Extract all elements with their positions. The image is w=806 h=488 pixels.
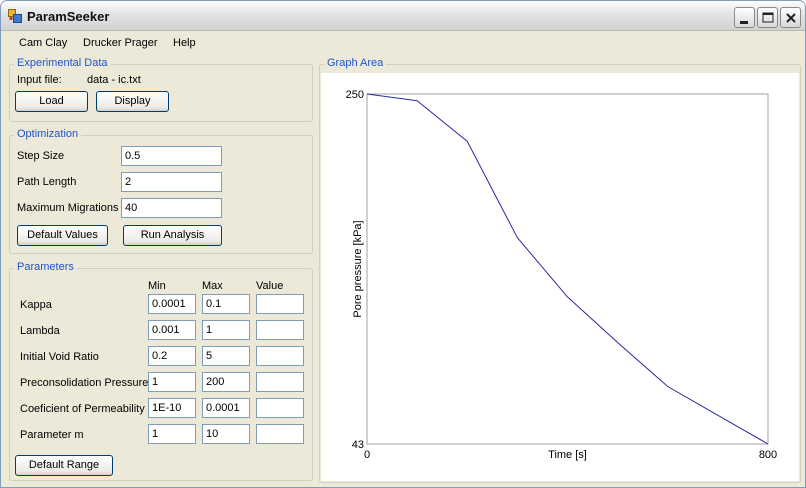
display-button[interactable]: Display <box>96 91 169 112</box>
initial-void-ratio-value-input[interactable] <box>256 346 304 366</box>
series-layer <box>366 93 769 445</box>
parameter-m-label: Parameter m <box>20 429 84 441</box>
default-values-button[interactable]: Default Values <box>17 225 108 246</box>
max-migrations-input[interactable]: 40 <box>121 198 222 218</box>
app-icon <box>8 9 22 23</box>
lambda-value-input[interactable] <box>256 320 304 340</box>
maximize-icon <box>762 12 774 23</box>
maximize-button[interactable] <box>757 7 778 28</box>
minimize-button[interactable] <box>734 7 755 28</box>
pore-pressure-chart: 250 43 0 800 Time [s] Pore pressure [kPa… <box>346 89 778 461</box>
lambda-max-input[interactable]: 1 <box>202 320 250 340</box>
minimize-icon <box>740 21 748 24</box>
input-file-label: Input file: <box>17 74 62 86</box>
optimization-title: Optimization <box>14 128 82 140</box>
permeability-max-input[interactable]: 0.0001 <box>202 398 250 418</box>
run-analysis-button[interactable]: Run Analysis <box>123 225 222 246</box>
lambda-min-input[interactable]: 0.001 <box>148 320 196 340</box>
menu-drucker-prager[interactable]: Drucker Prager <box>83 37 158 49</box>
permeability-value-input[interactable] <box>256 398 304 418</box>
x-tick-label-min: 0 <box>364 449 370 461</box>
title-bar[interactable]: ParamSeeker <box>1 1 805 31</box>
close-button[interactable] <box>780 7 801 28</box>
graph-area-title: Graph Area <box>324 57 387 69</box>
max-column-header: Max <box>202 280 223 292</box>
preconsolidation-pressure-min-input[interactable]: 1 <box>148 372 196 392</box>
y-tick-label-min: 43 <box>352 439 364 451</box>
value-column-header: Value <box>256 280 284 292</box>
parameters-group: Parameters Min Max Value Kappa 0.0001 0.… <box>9 261 313 481</box>
step-size-input[interactable]: 0.5 <box>121 146 222 166</box>
parameter-m-min-input[interactable]: 1 <box>148 424 196 444</box>
kappa-label: Kappa <box>20 299 52 311</box>
menu-cam-clay[interactable]: Cam Clay <box>19 37 67 49</box>
default-range-button[interactable]: Default Range <box>15 455 113 476</box>
input-file-name: data - ic.txt <box>87 74 141 86</box>
load-button[interactable]: Load <box>15 91 88 112</box>
parameters-title: Parameters <box>14 261 77 273</box>
experimental-data-title: Experimental Data <box>14 57 111 69</box>
preconsolidation-pressure-label: Preconsolidation Pressure <box>20 377 149 389</box>
menu-help[interactable]: Help <box>173 37 196 49</box>
max-migrations-label: Maximum Migrations <box>17 202 119 214</box>
kappa-max-input[interactable]: 0.1 <box>202 294 250 314</box>
kappa-min-input[interactable]: 0.0001 <box>148 294 196 314</box>
menu-bar: Cam Clay Drucker Prager Help <box>1 32 805 54</box>
plot-area: 250 43 0 800 Time [s] Pore pressure [kPa… <box>321 73 799 481</box>
step-size-label: Step Size <box>17 150 65 162</box>
experimental-data-group: Experimental Data Input file: data - ic.… <box>9 57 313 122</box>
parameter-m-value-input[interactable] <box>256 424 304 444</box>
initial-void-ratio-min-input[interactable]: 0.2 <box>148 346 196 366</box>
window-title: ParamSeeker <box>27 9 110 24</box>
initial-void-ratio-label: Initial Void Ratio <box>20 351 99 363</box>
app-window: ParamSeeker Cam Clay Drucker Prager Help… <box>0 0 806 488</box>
path-length-label: Path Length <box>17 176 77 188</box>
x-axis-label: Time [s] <box>548 449 587 461</box>
initial-void-ratio-max-input[interactable]: 5 <box>202 346 250 366</box>
plot-frame <box>366 93 769 445</box>
x-tick-label-max: 800 <box>759 449 777 461</box>
preconsolidation-pressure-value-input[interactable] <box>256 372 304 392</box>
lambda-label: Lambda <box>20 325 60 337</box>
close-icon <box>786 13 796 23</box>
pore-pressure-series-line <box>366 93 769 445</box>
min-column-header: Min <box>148 280 166 292</box>
parameter-m-max-input[interactable]: 10 <box>202 424 250 444</box>
kappa-value-input[interactable] <box>256 294 304 314</box>
permeability-label: Coeficient of Permeability <box>20 403 145 415</box>
path-length-input[interactable]: 2 <box>121 172 222 192</box>
optimization-group: Optimization Step Size 0.5 Path Length 2… <box>9 128 313 254</box>
permeability-min-input[interactable]: 1E-10 <box>148 398 196 418</box>
preconsolidation-pressure-max-input[interactable]: 200 <box>202 372 250 392</box>
y-axis-label: Pore pressure [kPa] <box>352 220 364 317</box>
y-tick-label-max: 250 <box>346 89 364 101</box>
